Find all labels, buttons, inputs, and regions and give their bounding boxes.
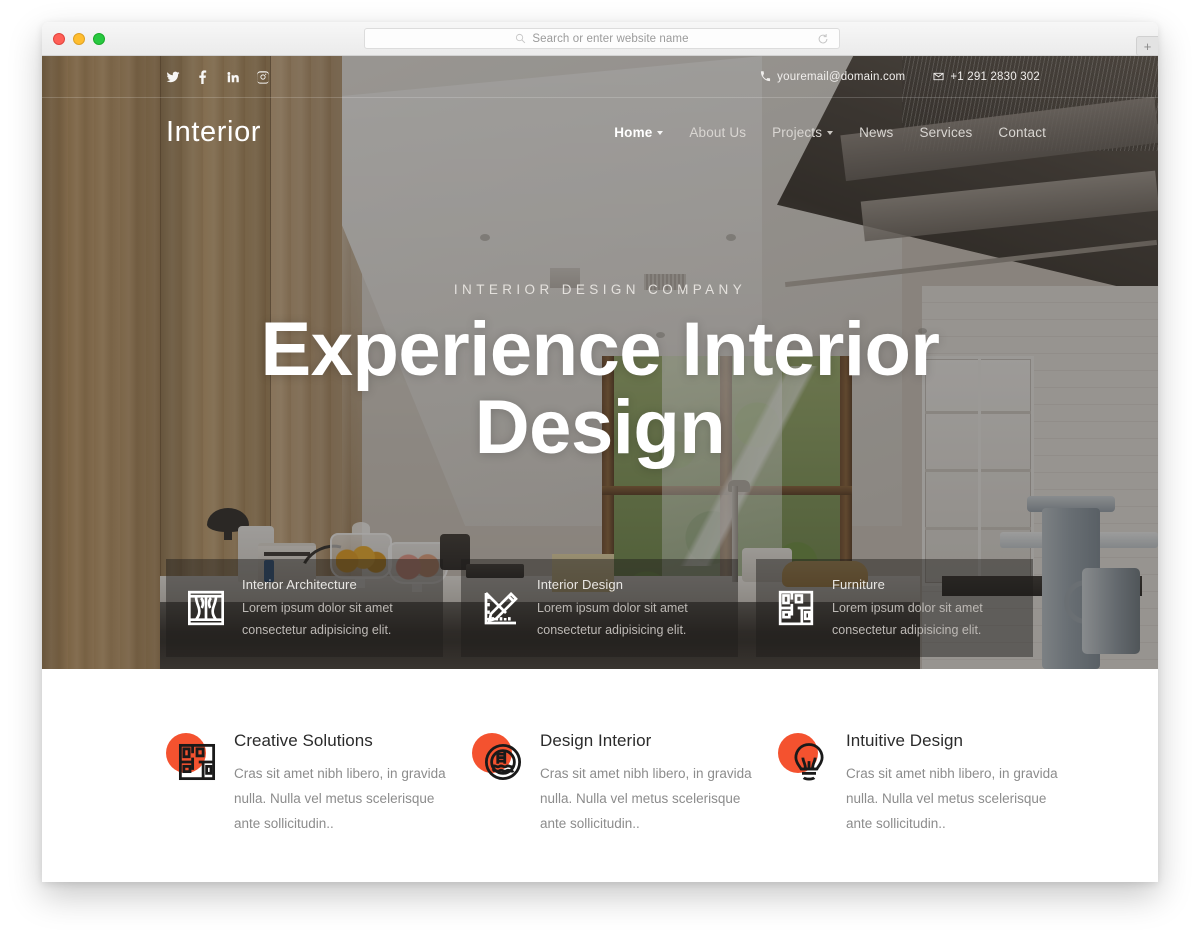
feature-icon-wrap: [166, 733, 220, 787]
hero-card-interior-architecture[interactable]: Interior Architecture Lorem ipsum dolor …: [166, 559, 443, 657]
twitter-icon: [166, 71, 180, 82]
feature-design-interior: Design Interior Cras sit amet nibh liber…: [472, 731, 778, 836]
nav-item-services-label: Services: [919, 124, 973, 140]
hero-title: Experience Interior Design: [260, 307, 941, 470]
nav-item-about-us-label: About Us: [689, 124, 747, 140]
linkedin-icon: [227, 71, 239, 82]
maximize-window-button[interactable]: [93, 33, 105, 45]
nav-item-home[interactable]: Home: [614, 124, 664, 140]
hero-section: youremail@domain.com +1 291 2830 302 Int…: [42, 56, 1158, 669]
contact-info: youremail@domain.com +1 291 2830 302: [760, 71, 1040, 83]
main-navigation-bar: Interior Home About Us Projects News Ser…: [42, 98, 1158, 166]
nav-item-services[interactable]: Services: [919, 125, 972, 140]
nav-item-about-us[interactable]: About Us: [689, 125, 746, 140]
social-links: [166, 69, 270, 84]
nav-item-contact-label: Contact: [998, 124, 1046, 140]
feature-creative-solutions: Creative Solutions Cras sit amet nibh li…: [166, 731, 472, 836]
address-bar[interactable]: Search or enter website name: [364, 28, 840, 49]
floor-plan-icon: [178, 743, 216, 781]
phone-icon: [761, 71, 771, 82]
nav-item-news-label: News: [859, 124, 894, 140]
curtain-window-icon: [186, 588, 226, 628]
reload-icon[interactable]: [817, 33, 829, 45]
new-tab-button[interactable]: +: [1136, 36, 1158, 56]
instagram-icon: [257, 70, 269, 84]
feature-icon-wrap: [472, 733, 526, 787]
chevron-down-icon: [827, 131, 834, 135]
page-viewport: youremail@domain.com +1 291 2830 302 Int…: [42, 56, 1158, 882]
hero-card-title: Furniture: [832, 577, 885, 592]
hero-card-title: Interior Architecture: [242, 577, 357, 592]
nav-item-news[interactable]: News: [859, 125, 893, 140]
feature-text: Cras sit amet nibh libero, in gravida nu…: [540, 766, 752, 832]
nav-item-home-label: Home: [614, 124, 653, 140]
contact-email[interactable]: youremail@domain.com: [760, 71, 905, 83]
feature-icon-wrap: [778, 733, 832, 787]
features-row: Creative Solutions Cras sit amet nibh li…: [166, 731, 1086, 836]
chevron-down-icon: [657, 131, 664, 135]
feature-intuitive-design: Intuitive Design Cras sit amet nibh libe…: [778, 731, 1084, 836]
search-icon: [516, 33, 526, 44]
close-window-button[interactable]: [53, 33, 65, 45]
social-link-linkedin[interactable]: [226, 70, 240, 84]
feature-text: Cras sit amet nibh libero, in gravida nu…: [234, 766, 446, 832]
floor-plan-icon: [776, 588, 816, 628]
feature-title: Design Interior: [540, 731, 652, 750]
feature-title: Intuitive Design: [846, 731, 964, 750]
hero-card-text: Lorem ipsum dolor sit amet consectetur a…: [242, 601, 393, 637]
browser-window: Search or enter website name + youremail…: [42, 22, 1158, 882]
social-link-facebook[interactable]: [196, 69, 210, 84]
contact-phone-text: +1 291 2830 302: [950, 70, 1040, 83]
facebook-icon: [199, 69, 207, 84]
hero-card-text: Lorem ipsum dolor sit amet consectetur a…: [832, 601, 983, 637]
mail-icon: [933, 72, 944, 81]
features-section: Creative Solutions Cras sit amet nibh li…: [42, 669, 1158, 882]
browser-chrome: Search or enter website name +: [42, 22, 1158, 56]
pool-icon: [484, 743, 522, 781]
social-link-instagram[interactable]: [256, 70, 270, 84]
nav-item-projects[interactable]: Projects: [772, 124, 834, 140]
address-bar-placeholder: Search or enter website name: [532, 32, 689, 45]
window-traffic-lights: [53, 33, 105, 45]
hero-service-cards: Interior Architecture Lorem ipsum dolor …: [166, 559, 1034, 657]
social-link-twitter[interactable]: [166, 70, 180, 84]
contact-email-text: youremail@domain.com: [777, 70, 906, 83]
minimize-window-button[interactable]: [73, 33, 85, 45]
feature-text: Cras sit amet nibh libero, in gravida nu…: [846, 766, 1058, 832]
nav-item-contact[interactable]: Contact: [998, 125, 1046, 140]
hero-eyebrow: INTERIOR DESIGN COMPANY: [453, 282, 747, 297]
lightbulb-icon: [794, 743, 824, 781]
feature-title: Creative Solutions: [234, 731, 373, 750]
primary-nav: Home About Us Projects News Services Con…: [614, 125, 1046, 140]
hero-card-interior-design[interactable]: Interior Design Lorem ipsum dolor sit am…: [461, 559, 738, 657]
ruler-pencil-icon: [481, 588, 521, 628]
site-logo[interactable]: Interior: [166, 116, 261, 149]
hero-copy: INTERIOR DESIGN COMPANY Experience Inter…: [42, 282, 1158, 466]
hero-card-title: Interior Design: [537, 577, 624, 592]
hero-card-furniture[interactable]: Furniture Lorem ipsum dolor sit amet con…: [756, 559, 1033, 657]
hero-card-text: Lorem ipsum dolor sit amet consectetur a…: [537, 601, 688, 637]
nav-item-projects-label: Projects: [772, 124, 823, 140]
contact-phone[interactable]: +1 291 2830 302: [933, 71, 1040, 83]
top-utility-bar: youremail@domain.com +1 291 2830 302: [42, 56, 1158, 98]
